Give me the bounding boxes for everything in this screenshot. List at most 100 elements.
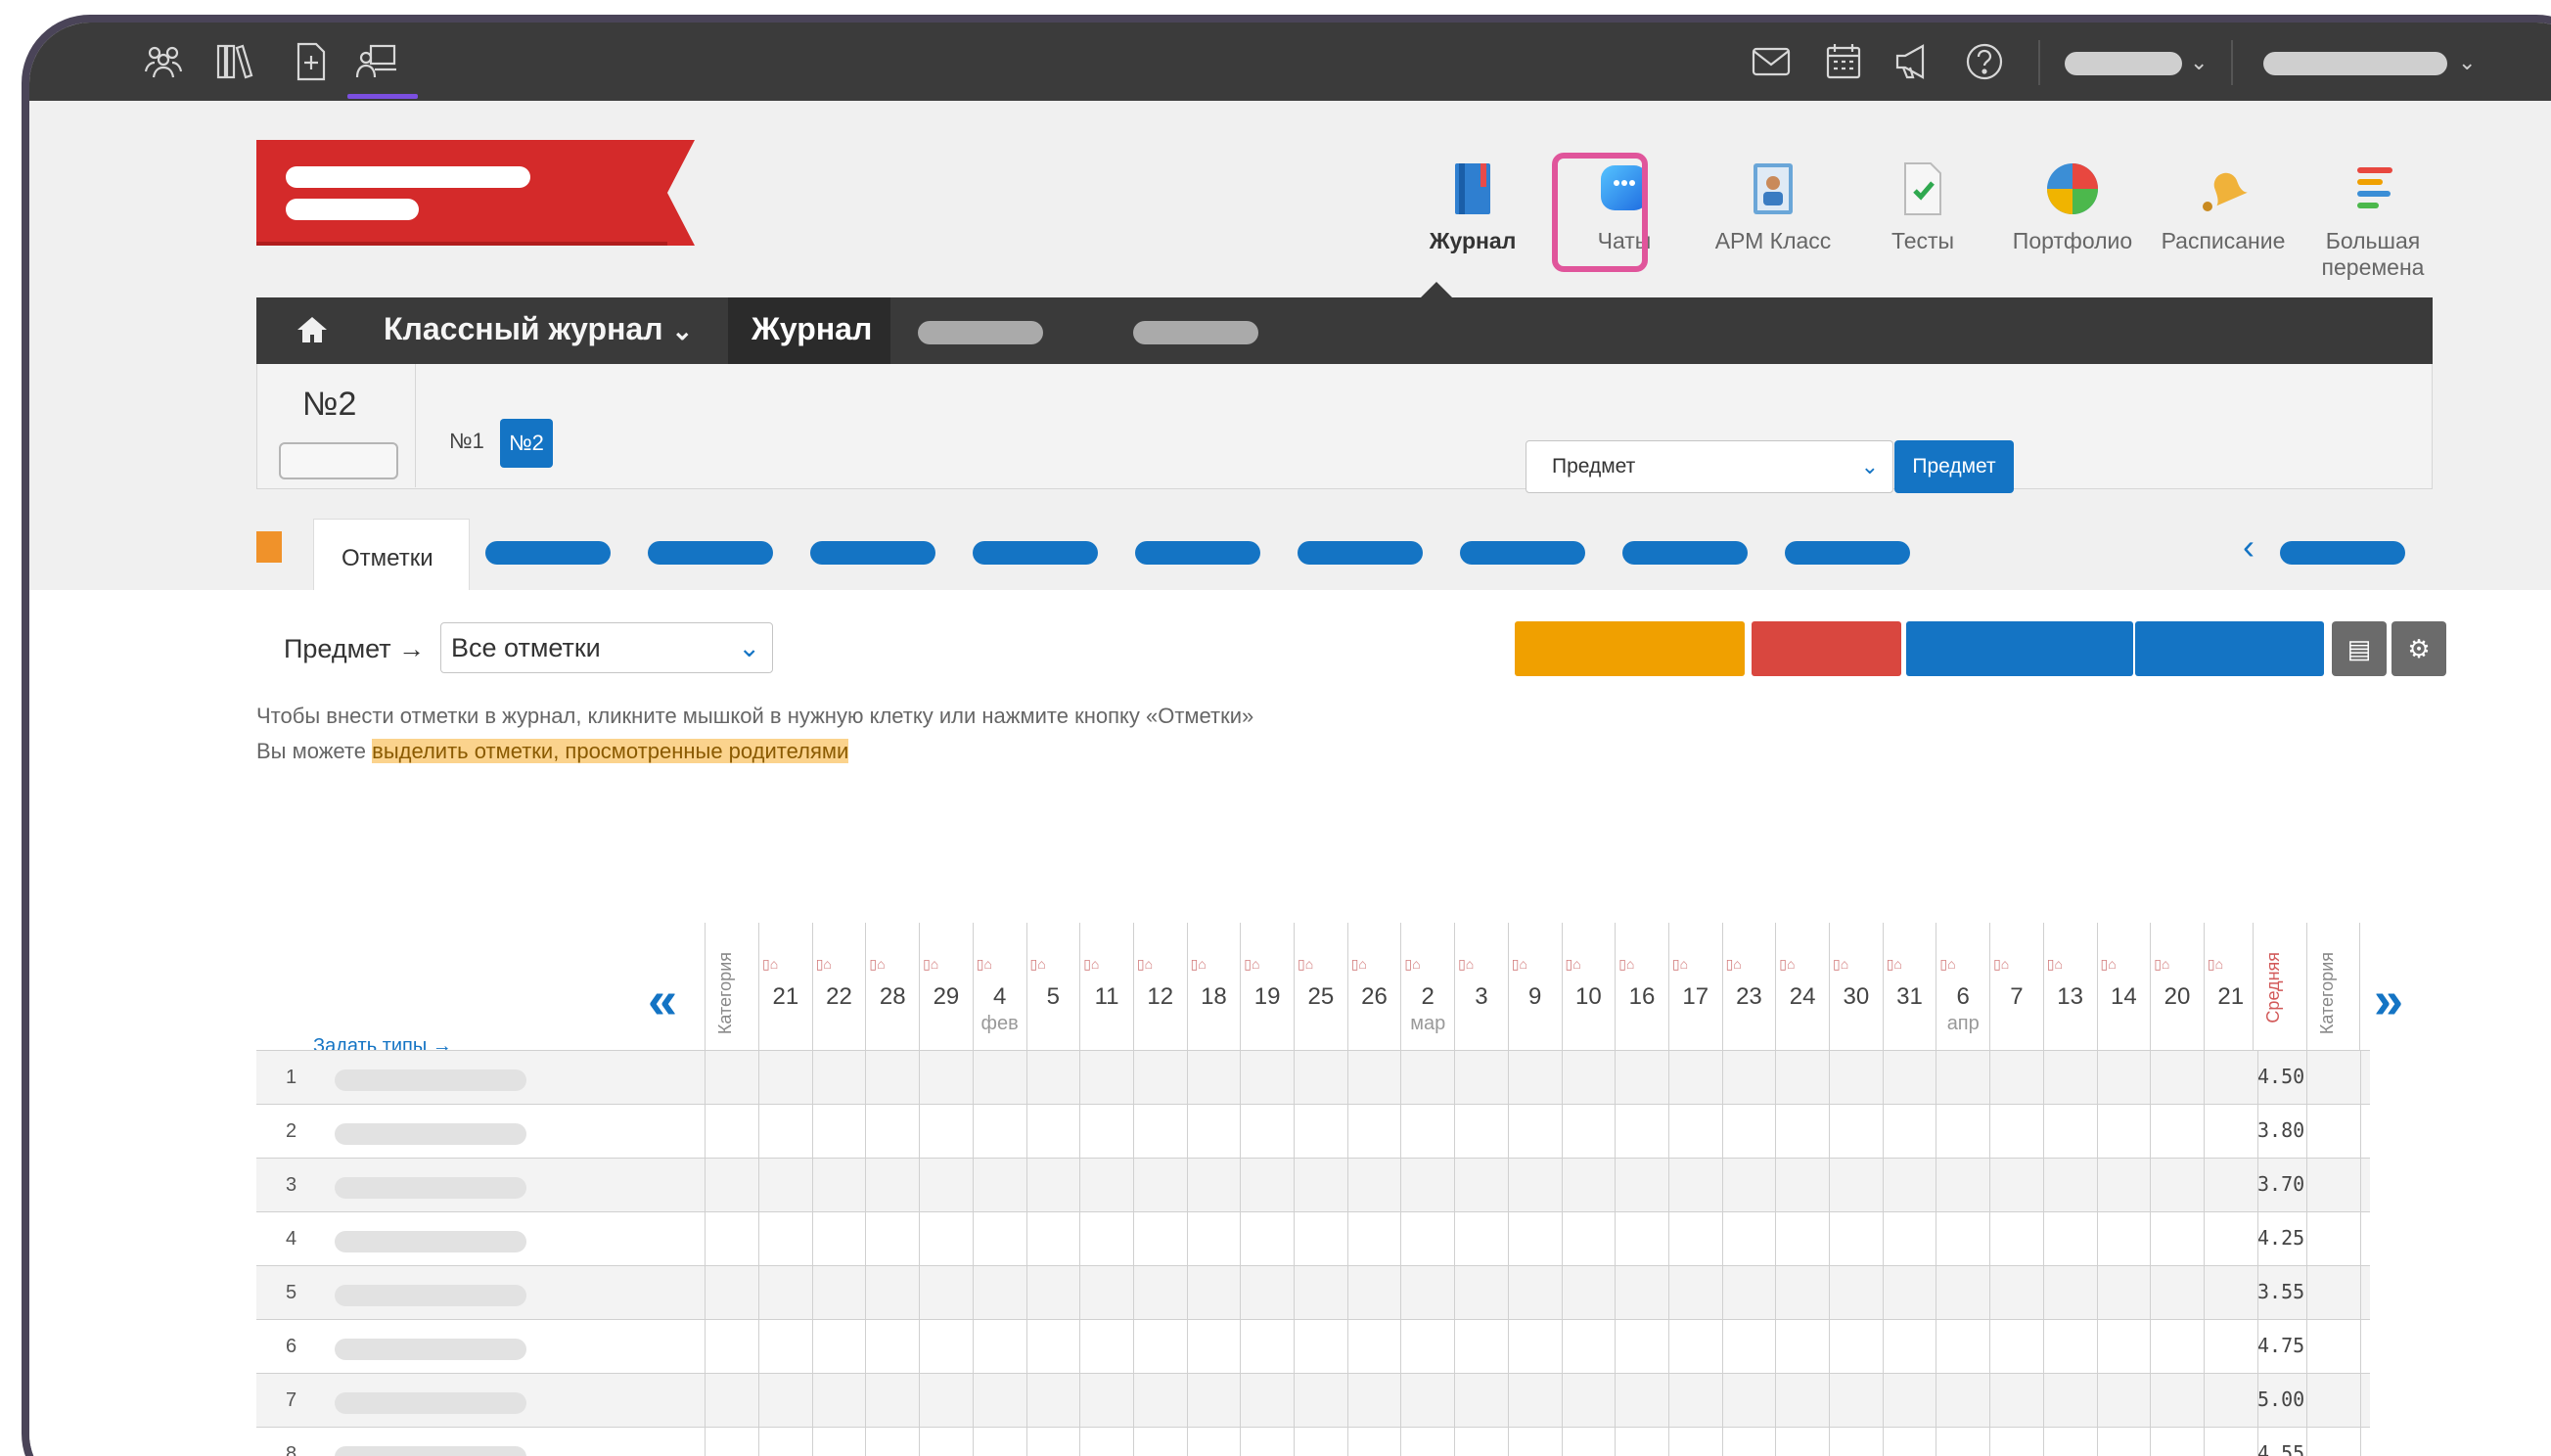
date-column-header[interactable]: ▯⌂ 30 [1829, 923, 1883, 1050]
lesson-type-icon[interactable]: ▯⌂ [1939, 956, 1955, 973]
date-column-header[interactable]: ▯⌂ 28 [865, 923, 919, 1050]
chevron-down-icon[interactable]: ⌄ [2190, 50, 2208, 75]
date-column-header[interactable]: ▯⌂ 5 [1025, 923, 1080, 1050]
prev-period-arrow[interactable]: « [648, 974, 677, 1026]
action-button-orange[interactable] [1515, 621, 1745, 676]
date-column-header[interactable]: ▯⌂ 20 [2150, 923, 2204, 1050]
chevron-down-icon[interactable]: ⌄ [2458, 50, 2476, 75]
student-name[interactable] [335, 1231, 526, 1252]
tab-item[interactable] [648, 541, 773, 565]
home-icon[interactable] [296, 315, 329, 344]
subject-select[interactable]: Предмет ⌄ [1526, 440, 1893, 493]
app-portfolio[interactable]: Портфолио [1999, 159, 2146, 254]
teacher-desk-icon[interactable] [355, 40, 398, 83]
date-column-header[interactable]: ▯⌂ 13 [2042, 923, 2097, 1050]
next-period-arrow[interactable]: » [2374, 974, 2403, 1026]
lesson-type-icon[interactable]: ▯⌂ [1030, 956, 1046, 973]
document-icon[interactable] [256, 531, 282, 563]
lesson-type-icon[interactable]: ▯⌂ [1458, 956, 1474, 973]
date-column-header[interactable]: ▯⌂ 25 [1294, 923, 1347, 1050]
date-column-header[interactable]: ▯⌂ 4 фев [972, 923, 1026, 1050]
lesson-type-icon[interactable]: ▯⌂ [1137, 956, 1153, 973]
table-row[interactable]: 5 3.55 [256, 1265, 2370, 1319]
nav-item[interactable] [918, 321, 1043, 344]
date-column-header[interactable]: ▯⌂ 21 [758, 923, 812, 1050]
lesson-type-icon[interactable]: ▯⌂ [1672, 956, 1688, 973]
lesson-type-icon[interactable]: ▯⌂ [1779, 956, 1795, 973]
action-button-red[interactable] [1752, 621, 1901, 676]
nav-item[interactable] [1133, 321, 1258, 344]
tab-item[interactable] [1622, 541, 1748, 565]
table-row[interactable]: 7 5.00 [256, 1373, 2370, 1427]
library-icon[interactable] [213, 40, 256, 83]
date-column-header[interactable]: ▯⌂ 23 [1721, 923, 1776, 1050]
subgroup-1[interactable]: №1 [449, 429, 484, 454]
date-column-header[interactable]: ▯⌂ 31 [1882, 923, 1936, 1050]
date-column-header[interactable]: ▯⌂ 17 [1667, 923, 1722, 1050]
lesson-type-icon[interactable]: ▯⌂ [2047, 956, 2063, 973]
table-row[interactable]: 6 4.75 [256, 1319, 2370, 1373]
lesson-type-icon[interactable]: ▯⌂ [923, 956, 938, 973]
subgroup-2[interactable]: №2 [500, 419, 553, 468]
megaphone-icon[interactable] [1891, 40, 1935, 83]
lesson-type-icon[interactable]: ▯⌂ [1993, 956, 2009, 973]
lesson-type-icon[interactable]: ▯⌂ [1244, 956, 1259, 973]
tab-item[interactable] [973, 541, 1098, 565]
lesson-type-icon[interactable]: ▯⌂ [869, 956, 885, 973]
date-column-header[interactable]: ▯⌂ 21 [2203, 923, 2257, 1050]
lesson-type-icon[interactable]: ▯⌂ [1298, 956, 1313, 973]
table-row[interactable]: 1 4.50 [256, 1050, 2370, 1104]
date-column-header[interactable]: ▯⌂ 6 апр [1936, 923, 1989, 1050]
lesson-type-icon[interactable]: ▯⌂ [2101, 956, 2117, 973]
lesson-type-icon[interactable]: ▯⌂ [1887, 956, 1902, 973]
highlight-viewed-link[interactable]: выделить отметки, просмотренные родителя… [372, 739, 849, 763]
help-icon[interactable] [1963, 40, 2006, 83]
gear-icon[interactable]: ⚙ [2392, 621, 2446, 676]
lesson-type-icon[interactable]: ▯⌂ [1726, 956, 1742, 973]
date-column-header[interactable]: ▯⌂ 24 [1775, 923, 1829, 1050]
student-name[interactable] [335, 1392, 526, 1414]
nav-current-journal[interactable]: Журнал [728, 297, 890, 364]
chevron-left-icon[interactable]: ‹ [2243, 529, 2255, 565]
app-schedule[interactable]: Расписание [2150, 159, 2297, 254]
tab-item[interactable] [2280, 541, 2405, 565]
action-button-blue[interactable] [1906, 621, 2133, 676]
table-row[interactable]: 8 4.55 [256, 1427, 2370, 1456]
date-column-header[interactable]: ▯⌂ 19 [1240, 923, 1294, 1050]
app-tests[interactable]: Тесты [1849, 159, 1996, 254]
calendar-icon[interactable] [1822, 40, 1865, 83]
app-journal[interactable]: Журнал [1399, 159, 1546, 254]
lesson-type-icon[interactable]: ▯⌂ [762, 956, 778, 973]
tab-item[interactable] [1785, 541, 1910, 565]
table-row[interactable]: 2 3.80 [256, 1104, 2370, 1158]
app-class-workstation[interactable]: АРМ Класс [1700, 159, 1846, 254]
lesson-type-icon[interactable]: ▯⌂ [1083, 956, 1099, 973]
date-column-header[interactable]: ▯⌂ 14 [2096, 923, 2151, 1050]
date-column-header[interactable]: ▯⌂ 2 мар [1400, 923, 1454, 1050]
tab-item[interactable] [1135, 541, 1260, 565]
student-name[interactable] [335, 1123, 526, 1145]
app-big-break[interactable]: Большая перемена [2300, 159, 2446, 281]
lesson-type-icon[interactable]: ▯⌂ [1833, 956, 1848, 973]
tab-marks[interactable]: Отметки [313, 519, 470, 590]
logo[interactable] [256, 140, 695, 246]
lesson-type-icon[interactable]: ▯⌂ [1191, 956, 1207, 973]
new-document-icon[interactable] [289, 40, 332, 83]
class-input[interactable] [279, 442, 398, 479]
date-column-header[interactable]: ▯⌂ 16 [1615, 923, 1668, 1050]
tab-item[interactable] [1460, 541, 1585, 565]
lesson-type-icon[interactable]: ▯⌂ [816, 956, 832, 973]
lesson-type-icon[interactable]: ▯⌂ [1351, 956, 1367, 973]
date-column-header[interactable]: ▯⌂ 11 [1079, 923, 1133, 1050]
school-menu[interactable] [2263, 52, 2447, 75]
lesson-type-icon[interactable]: ▯⌂ [1512, 956, 1527, 973]
subject-button[interactable]: Предмет [1894, 440, 2014, 493]
date-column-header[interactable]: ▯⌂ 18 [1186, 923, 1241, 1050]
date-column-header[interactable]: ▯⌂ 3 [1454, 923, 1508, 1050]
note-icon[interactable]: ▤ [2332, 621, 2387, 676]
people-icon[interactable] [142, 40, 185, 83]
action-button-blue[interactable] [2135, 621, 2324, 676]
student-name[interactable] [335, 1339, 526, 1360]
table-row[interactable]: 3 3.70 [256, 1158, 2370, 1211]
date-column-header[interactable]: ▯⌂ 10 [1561, 923, 1616, 1050]
